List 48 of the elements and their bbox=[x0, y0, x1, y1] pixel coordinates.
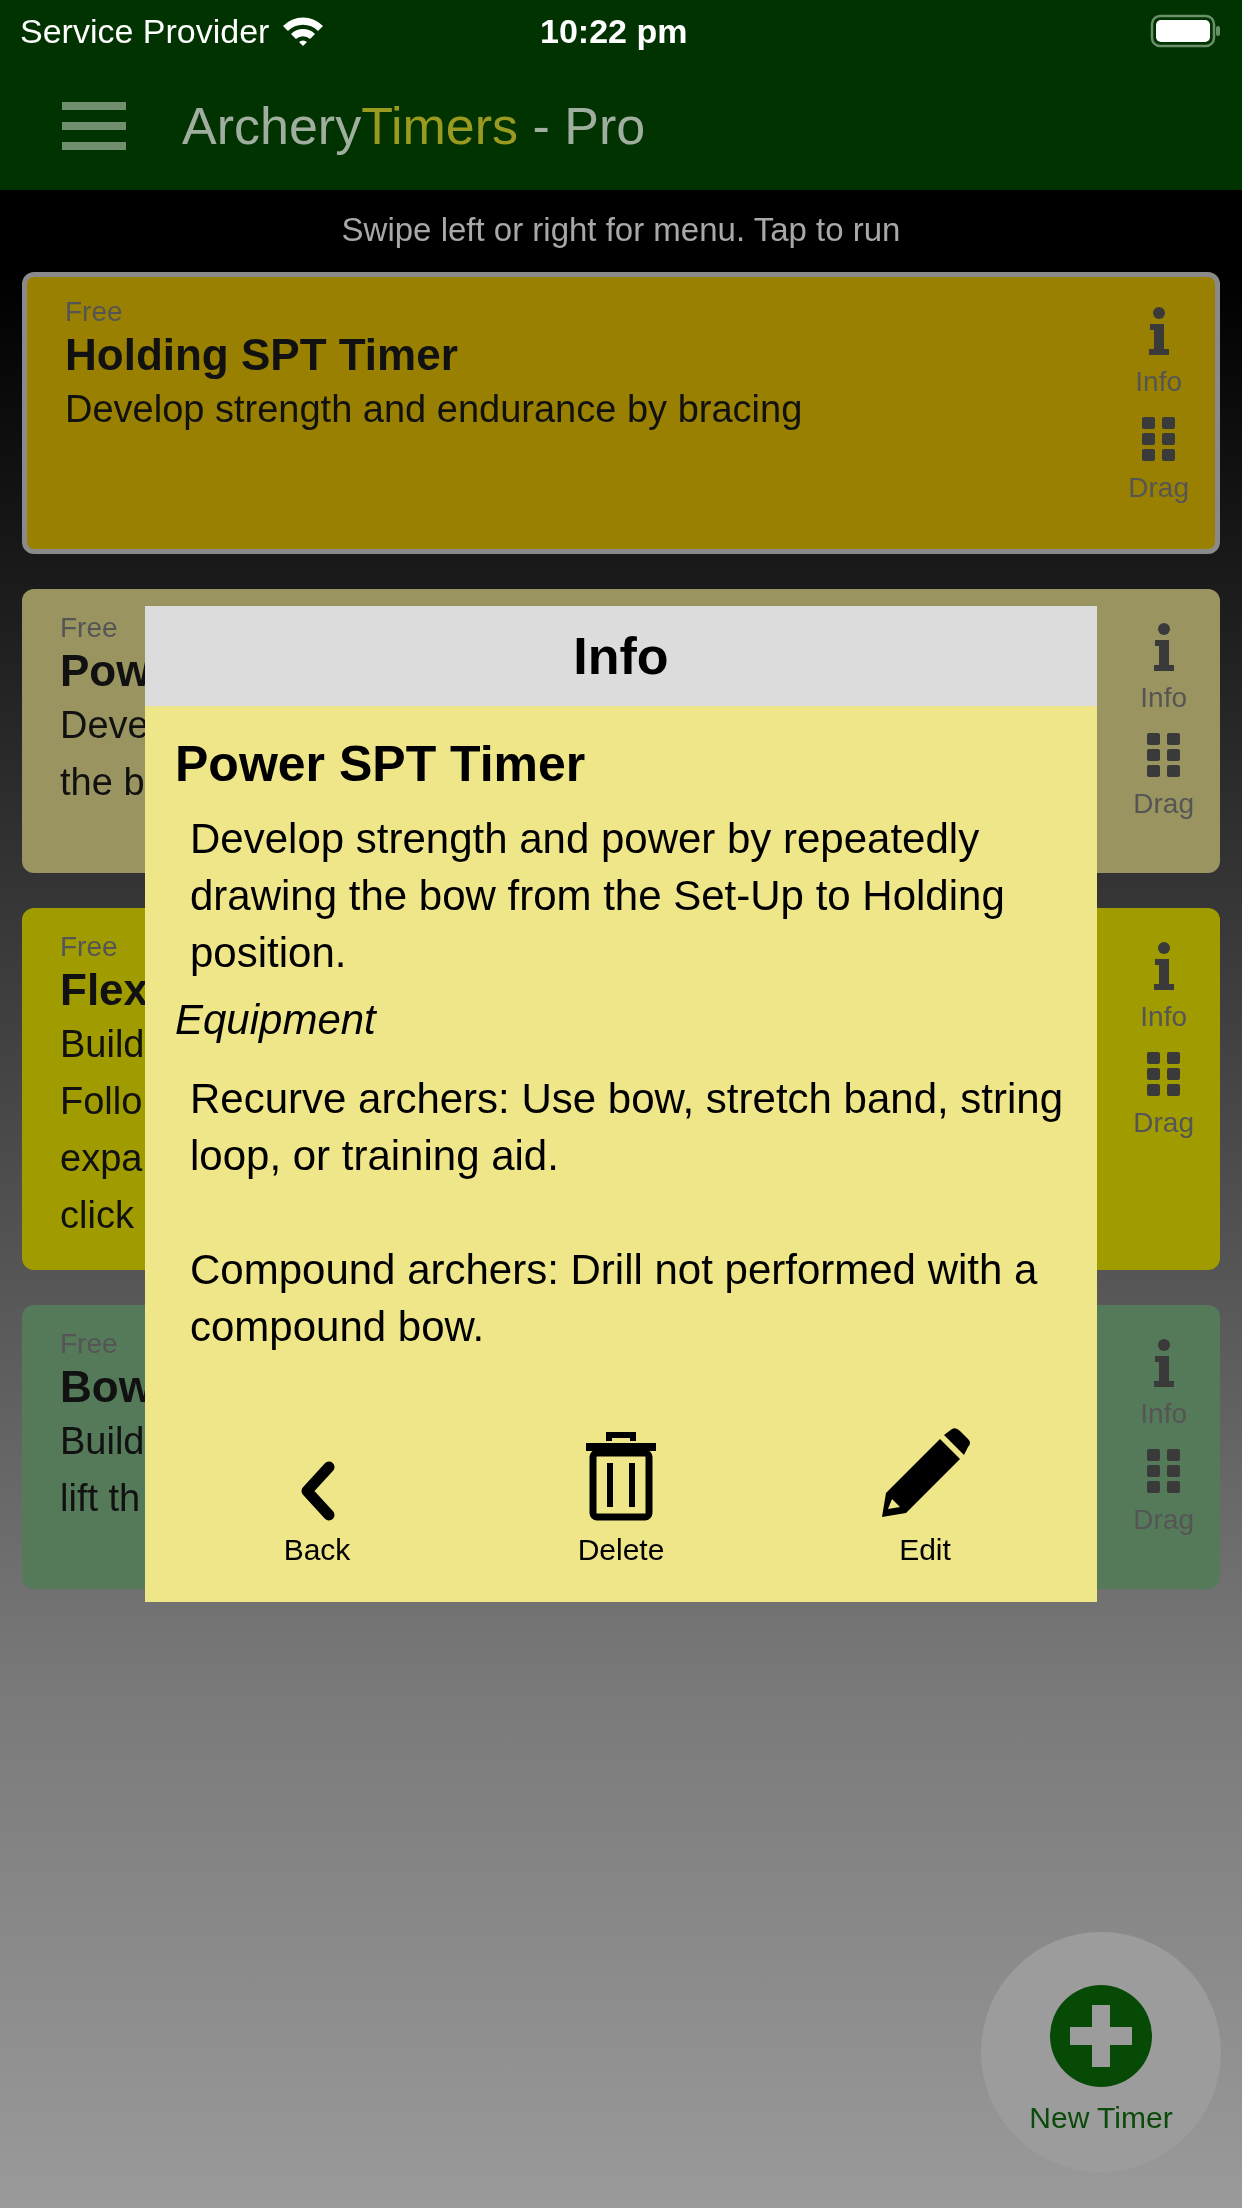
tier-label: Free bbox=[60, 930, 119, 964]
dialog-title: Info bbox=[573, 626, 669, 687]
timer-description: Build bbox=[60, 1022, 146, 1067]
equipment-note: Recurve archers: Use bow, stretch band, string loop, or training aid. bbox=[190, 1074, 1065, 1181]
timer-card[interactable]: Free Holding SPT Timer Develop strength and endurance by bracing Info Drag bbox=[22, 272, 1220, 554]
timer-title: Holding SPT Timer bbox=[65, 329, 459, 381]
swipe-hint: Swipe left or right for menu. Tap to run bbox=[341, 210, 901, 251]
battery-icon bbox=[1150, 14, 1222, 48]
edit-button[interactable]: Edit bbox=[825, 1427, 1025, 1572]
tier-label: Free bbox=[65, 295, 124, 329]
menu-icon[interactable] bbox=[62, 102, 126, 150]
timer-description: Build bbox=[60, 1419, 146, 1464]
timer-title: Flex bbox=[60, 964, 149, 1016]
plus-circle-icon bbox=[1050, 1985, 1152, 2087]
grid-icon bbox=[1141, 417, 1176, 461]
timer-description: the b bbox=[60, 760, 146, 805]
info-icon bbox=[1147, 307, 1170, 355]
timer-description: click bbox=[60, 1193, 135, 1238]
wifi-icon bbox=[281, 15, 326, 47]
section-title: Equipment bbox=[175, 995, 378, 1045]
info-icon bbox=[1152, 1339, 1175, 1387]
info-button[interactable]: Info bbox=[1140, 942, 1187, 1038]
info-button[interactable]: Info bbox=[1135, 307, 1182, 403]
grid-icon bbox=[1146, 1052, 1181, 1096]
delete-button[interactable]: Delete bbox=[521, 1431, 721, 1572]
info-icon bbox=[1152, 623, 1175, 671]
timer-description: Deve bbox=[60, 703, 150, 748]
grid-icon bbox=[1146, 1449, 1181, 1493]
timer-description: Follo bbox=[60, 1079, 144, 1124]
timer-heading: Power SPT Timer bbox=[175, 735, 587, 794]
drag-button[interactable]: Drag bbox=[1133, 733, 1194, 825]
timer-description: Develop strength and endurance by bracing bbox=[65, 387, 803, 432]
tier-label: Free bbox=[60, 611, 119, 645]
clock-time: 10:22 pm bbox=[540, 10, 688, 52]
grid-icon bbox=[1146, 733, 1181, 777]
equipment-note: Compound archers: Drill not performed with a compound bow. bbox=[190, 1245, 1039, 1352]
info-icon bbox=[1152, 942, 1175, 990]
drag-button[interactable]: Drag bbox=[1133, 1052, 1194, 1144]
timer-description: expa bbox=[60, 1136, 144, 1181]
info-button[interactable]: Info bbox=[1140, 623, 1187, 719]
timer-description: lift th bbox=[60, 1476, 142, 1521]
app-title: ArcheryTimers - Pro bbox=[182, 96, 646, 157]
timer-description: Develop strength and power by repeatedly drawing the bow from the Set-Up to Holding position. bbox=[190, 814, 1006, 978]
drag-button[interactable]: Drag bbox=[1128, 417, 1189, 509]
new-timer-button[interactable]: New Timer bbox=[981, 1932, 1221, 2172]
carrier-name: Service Provider bbox=[20, 10, 270, 52]
trash-icon bbox=[583, 1431, 659, 1521]
back-button[interactable]: Back bbox=[217, 1461, 417, 1572]
